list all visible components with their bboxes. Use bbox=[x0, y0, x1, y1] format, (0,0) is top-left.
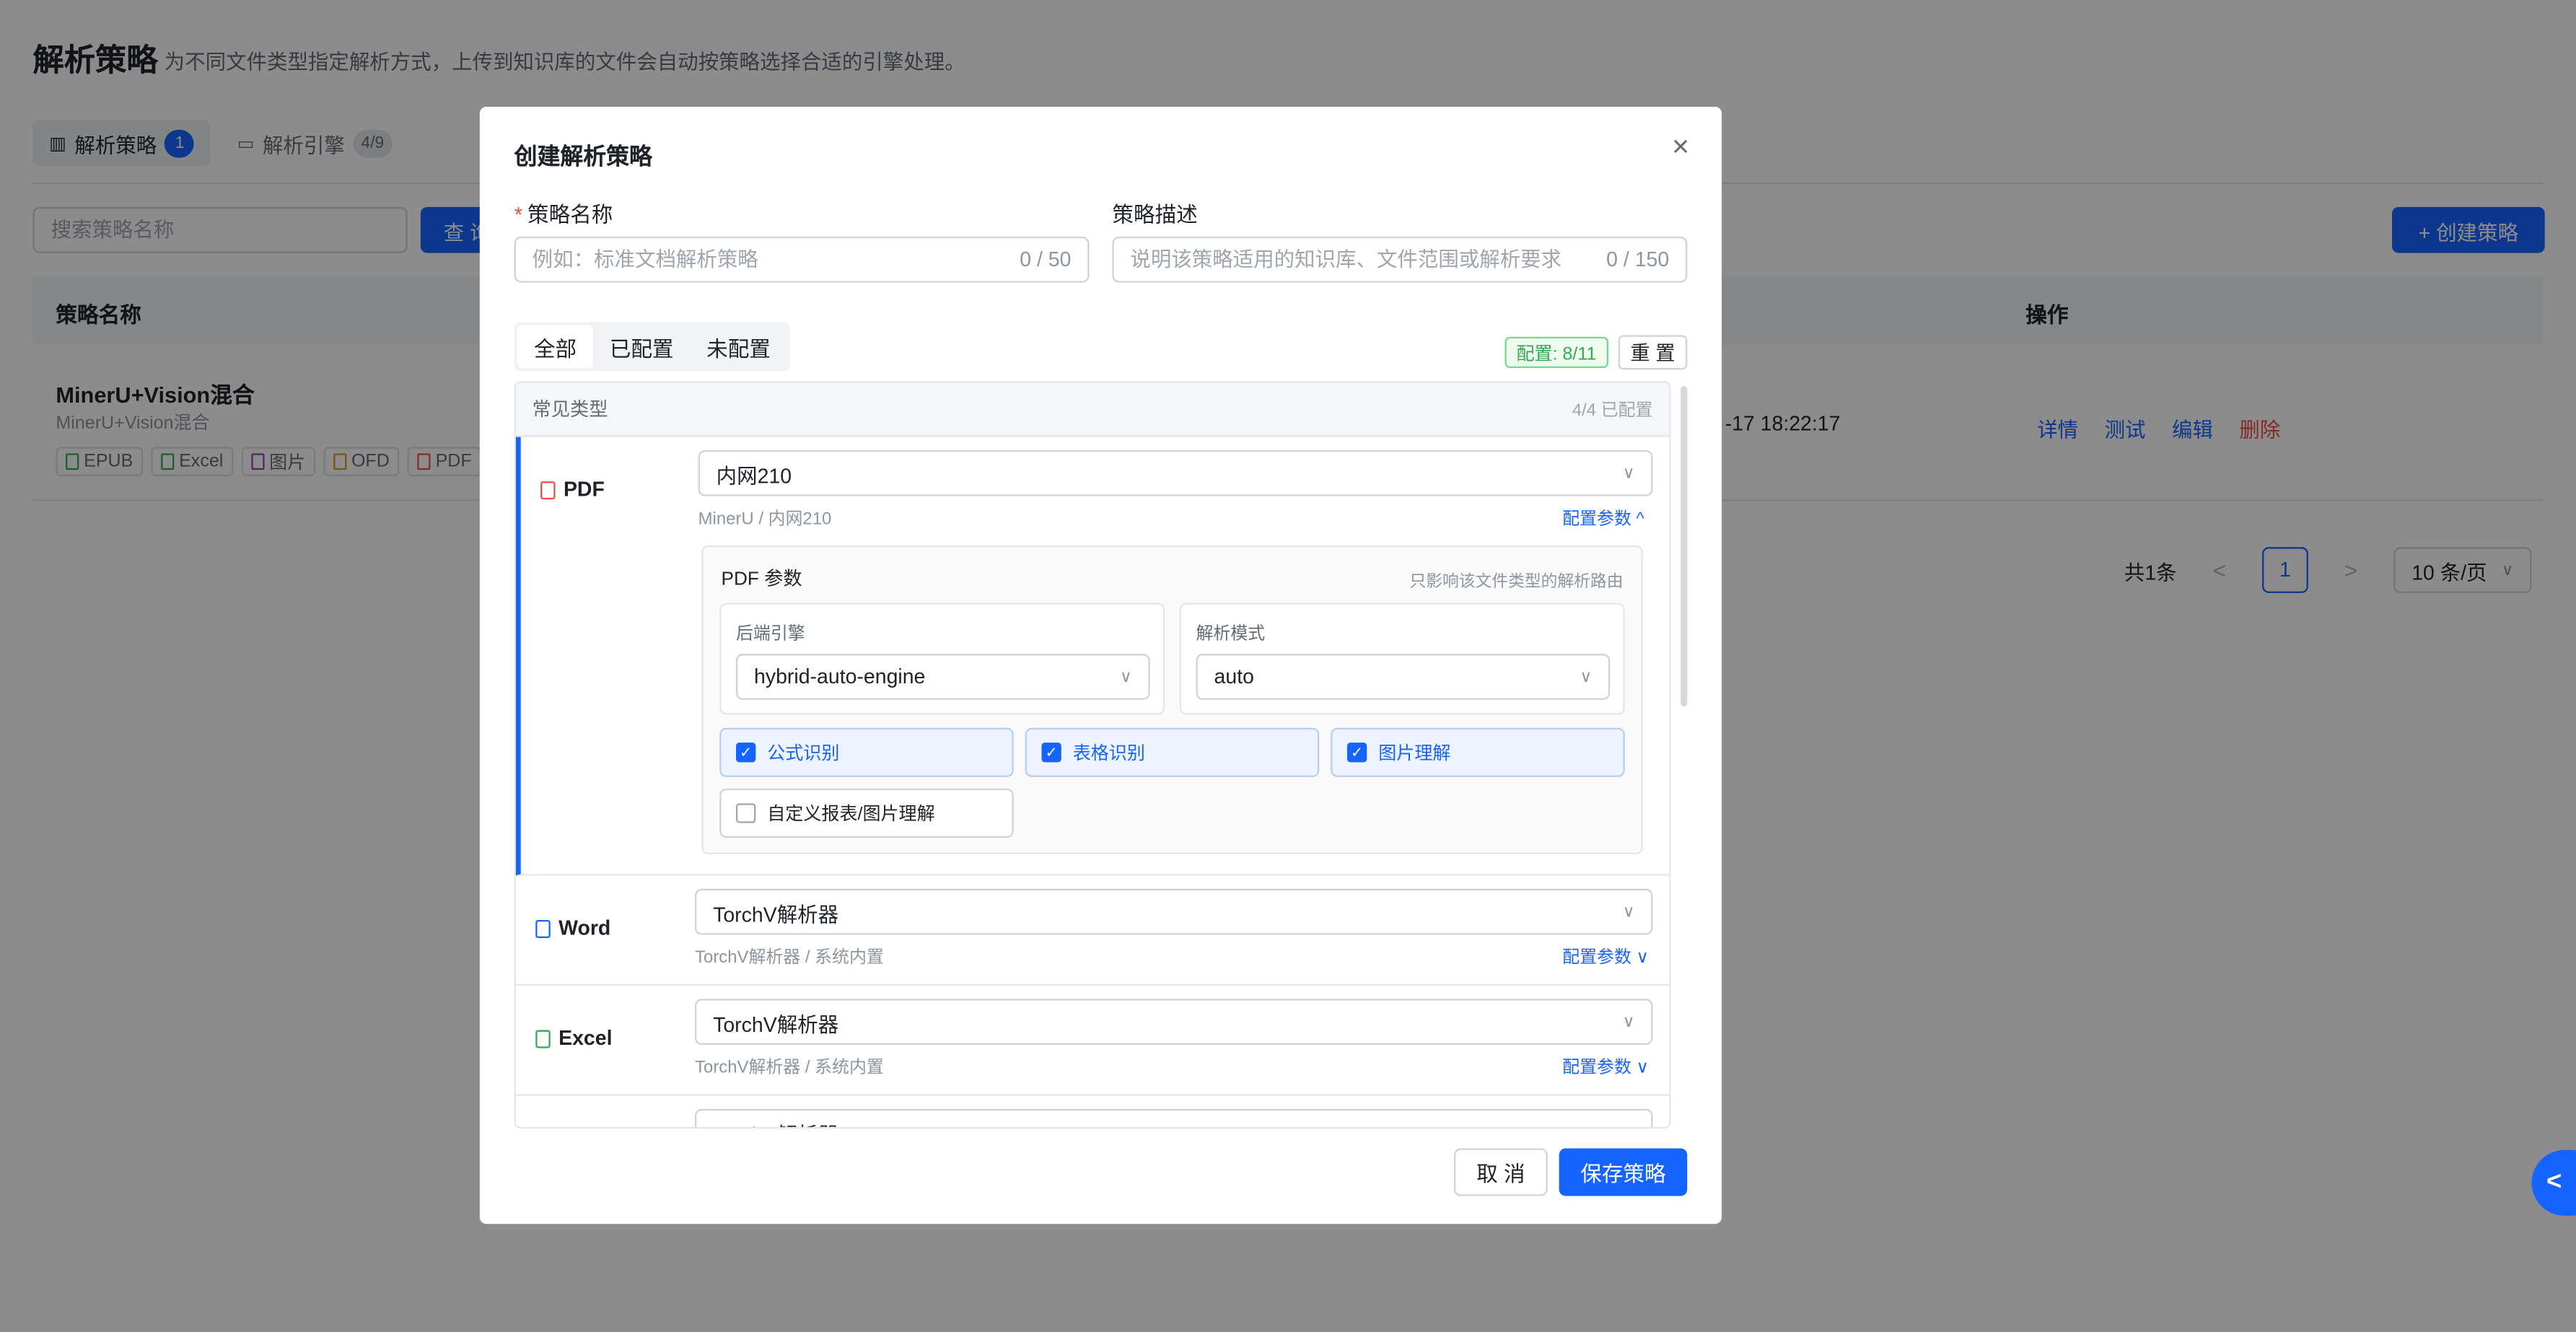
chevron-down-icon: ∨ bbox=[1622, 903, 1635, 921]
pdf-config-toggle[interactable]: 配置参数 ^ bbox=[1562, 506, 1644, 530]
checkbox-label: 表格识别 bbox=[1072, 744, 1145, 764]
close-icon[interactable]: × bbox=[1668, 131, 1694, 161]
section-title: 常见类型 bbox=[532, 400, 608, 421]
pdf-engine-select[interactable]: 内网210 ∨ bbox=[698, 450, 1653, 496]
checkbox-empty-icon bbox=[736, 803, 756, 823]
word-engine-select[interactable]: TorchV解析器 ∨ bbox=[695, 888, 1653, 935]
file-type-label: Excel bbox=[558, 1026, 613, 1050]
strategy-desc-label: 策略描述 bbox=[1112, 202, 1198, 227]
image-understanding-checkbox[interactable]: ✓ 图片理解 bbox=[1331, 727, 1625, 777]
config-filter-segment: 全部 已配置 未配置 bbox=[514, 322, 791, 372]
save-strategy-button[interactable]: 保存策略 bbox=[1559, 1148, 1688, 1196]
config-count-badge: 配置: 8/11 bbox=[1504, 336, 1608, 369]
file-type-name: Excel bbox=[535, 1027, 612, 1050]
backend-engine-card: 后端引擎 hybrid-auto-engine ∨ bbox=[719, 603, 1165, 715]
create-strategy-dialog: 创建解析策略 × *策略名称 0 / 50 策略描述 0 / 150 全部 已配… bbox=[479, 106, 1722, 1224]
section-status: 4/4 已配置 bbox=[1572, 400, 1653, 420]
strategy-name-input[interactable] bbox=[532, 247, 1020, 271]
checkbox-checked-icon: ✓ bbox=[736, 742, 756, 763]
file-type-list[interactable]: 常见类型 4/4 已配置 PDF 内网210 ∨ MinerU / 内网210 配… bbox=[514, 381, 1671, 1129]
parse-mode-card: 解析模式 auto ∨ bbox=[1179, 603, 1625, 715]
pdf-engine-path: MinerU / 内网210 bbox=[698, 509, 832, 530]
file-type-row-word: Word TorchV解析器 ∨ TorchV解析器 / 系统内置 配置参数 ∨ bbox=[515, 876, 1670, 986]
select-value: TorchV解析器 bbox=[713, 1012, 839, 1036]
parse-mode-label: 解析模式 bbox=[1196, 624, 1266, 644]
reset-button[interactable]: 重 置 bbox=[1618, 335, 1688, 370]
strategy-name-label: * 策略名称 bbox=[514, 197, 613, 228]
parse-mode-select[interactable]: auto ∨ bbox=[1196, 654, 1611, 700]
excel-engine-path: TorchV解析器 / 系统内置 bbox=[695, 1058, 884, 1078]
section-header: 常见类型 4/4 已配置 bbox=[515, 382, 1670, 437]
dialog-title: 创建解析策略 bbox=[514, 143, 652, 170]
params-note: 只影响该文件类型的解析路由 bbox=[1409, 573, 1624, 592]
chevron-down-icon: ∨ bbox=[1120, 667, 1132, 686]
file-type-name: PDF bbox=[540, 478, 605, 501]
required-mark: * bbox=[514, 202, 523, 227]
filter-configured[interactable]: 已配置 bbox=[593, 325, 690, 368]
word-file-icon bbox=[535, 919, 551, 937]
word-config-toggle[interactable]: 配置参数 ∨ bbox=[1562, 945, 1649, 969]
checkbox-checked-icon: ✓ bbox=[1041, 742, 1061, 763]
chevron-down-icon: ∨ bbox=[1622, 1012, 1635, 1031]
select-value: TorchV解析器 bbox=[713, 1116, 838, 1127]
select-value: 内网210 bbox=[716, 464, 792, 488]
file-type-row-pdf: PDF 内网210 ∨ MinerU / 内网210 配置参数 ^ PDF 参数 … bbox=[515, 437, 1670, 876]
file-type-label: Word bbox=[558, 916, 611, 940]
desc-char-count: 0 / 150 bbox=[1606, 247, 1670, 271]
checkbox-checked-icon: ✓ bbox=[1346, 742, 1367, 763]
strategy-desc-input[interactable] bbox=[1130, 247, 1607, 271]
excel-file-icon bbox=[535, 1029, 551, 1048]
cancel-button[interactable]: 取 消 bbox=[1453, 1148, 1548, 1196]
next-engine-select[interactable]: TorchV解析器 ∨ bbox=[695, 1108, 1653, 1127]
select-value: auto bbox=[1214, 665, 1254, 688]
excel-engine-select[interactable]: TorchV解析器 ∨ bbox=[695, 999, 1653, 1046]
excel-config-toggle[interactable]: 配置参数 ∨ bbox=[1562, 1055, 1649, 1079]
filter-all[interactable]: 全部 bbox=[517, 325, 593, 369]
file-type-name: Word bbox=[535, 916, 610, 939]
file-type-row-next: TorchV解析器 ∨ bbox=[516, 1096, 1669, 1127]
pdf-params-panel: PDF 参数 只影响该文件类型的解析路由 后端引擎 hybrid-auto-en… bbox=[701, 545, 1643, 854]
backend-engine-label: 后端引擎 bbox=[736, 624, 805, 644]
pdf-file-icon bbox=[540, 480, 556, 499]
chevron-down-icon: ∨ bbox=[1623, 1123, 1635, 1127]
name-char-count: 0 / 50 bbox=[1020, 247, 1072, 271]
custom-report-checkbox[interactable]: 自定义报表/图片理解 bbox=[719, 788, 1014, 838]
select-value: hybrid-auto-engine bbox=[754, 665, 926, 688]
strategy-name-field[interactable]: 0 / 50 bbox=[514, 236, 1090, 283]
list-scrollbar[interactable] bbox=[1681, 386, 1688, 707]
file-type-row-excel: Excel TorchV解析器 ∨ TorchV解析器 / 系统内置 配置参数 ∨ bbox=[515, 986, 1670, 1096]
params-title: PDF 参数 bbox=[721, 570, 802, 590]
checkbox-label: 自定义报表/图片理解 bbox=[767, 805, 935, 825]
chevron-down-icon: ∨ bbox=[1580, 667, 1593, 686]
filter-unconfigured[interactable]: 未配置 bbox=[690, 325, 787, 368]
table-recognition-checkbox[interactable]: ✓ 表格识别 bbox=[1025, 727, 1320, 777]
word-engine-path: TorchV解析器 / 系统内置 bbox=[695, 947, 884, 968]
formula-recognition-checkbox[interactable]: ✓ 公式识别 bbox=[719, 727, 1014, 777]
chevron-down-icon: ∨ bbox=[1622, 464, 1635, 483]
strategy-desc-field[interactable]: 0 / 150 bbox=[1112, 236, 1688, 283]
app-stage: 解析策略 为不同文件类型指定解析方式，上传到知识库的文件会自动按策略选择合适的引… bbox=[0, 0, 2576, 1332]
select-value: TorchV解析器 bbox=[713, 903, 839, 926]
label-text: 策略名称 bbox=[527, 202, 613, 227]
checkbox-label: 图片理解 bbox=[1378, 744, 1451, 764]
backend-engine-select[interactable]: hybrid-auto-engine ∨ bbox=[736, 654, 1150, 700]
file-type-label: PDF bbox=[563, 478, 605, 501]
checkbox-label: 公式识别 bbox=[767, 744, 840, 764]
